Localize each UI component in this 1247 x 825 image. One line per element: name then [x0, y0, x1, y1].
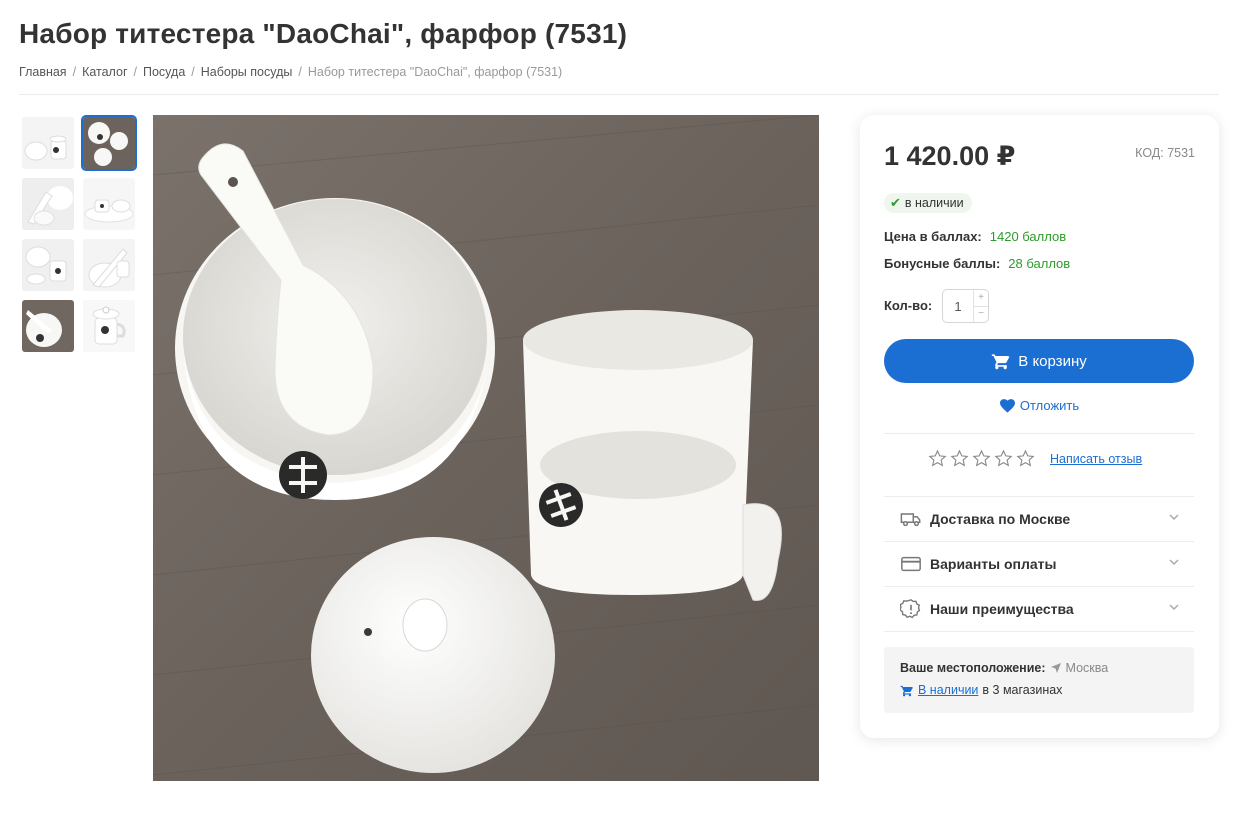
- chevron-down-icon: [1169, 559, 1179, 566]
- breadcrumb-dish-sets[interactable]: Наборы посуды: [201, 65, 293, 79]
- heart-icon: [999, 398, 1015, 413]
- thumbnail-2[interactable]: [81, 115, 137, 171]
- breadcrumb: Главная / Каталог / Посуда / Наборы посу…: [19, 65, 562, 79]
- location-arrow-icon: [1050, 663, 1061, 673]
- thumbnail-4[interactable]: [83, 178, 135, 230]
- cart-icon: [992, 354, 1010, 370]
- accordion-payment-label: Варианты оплаты: [930, 555, 1057, 572]
- breadcrumb-separator: /: [133, 65, 137, 79]
- accordion-delivery-label: Доставка по Москве: [930, 510, 1071, 527]
- card-icon: [901, 556, 921, 571]
- truck-icon: [900, 512, 921, 526]
- bonus-points-row: Бонусные баллы: 28 баллов: [884, 256, 1071, 271]
- write-review-link[interactable]: Написать отзыв: [1050, 452, 1142, 466]
- star-icon[interactable]: [950, 449, 969, 468]
- location-city[interactable]: Москва: [1066, 661, 1109, 675]
- thumbnail-5[interactable]: [22, 239, 74, 291]
- divider: [884, 631, 1194, 632]
- add-to-cart-button[interactable]: В корзину: [884, 339, 1194, 383]
- accordion-advantages-label: Наши преимущества: [930, 600, 1074, 617]
- bonus-points-value: 28 баллов: [1008, 256, 1071, 271]
- breadcrumb-current: Набор титестера "DaoChai", фарфор (7531): [307, 65, 563, 79]
- thumbnail-1[interactable]: [22, 117, 74, 169]
- star-icon[interactable]: [972, 449, 991, 468]
- accordion-payment[interactable]: Варианты оплаты: [884, 541, 1194, 586]
- increment-button[interactable]: +: [974, 290, 988, 307]
- product-code: КОД: 7531: [1135, 146, 1195, 160]
- add-to-cart-label: В корзину: [1018, 352, 1087, 370]
- thumbnail-8[interactable]: [83, 300, 135, 352]
- main-product-image[interactable]: [153, 115, 819, 781]
- location-label: Ваше местоположение:: [900, 661, 1046, 675]
- breadcrumb-separator: /: [191, 65, 195, 79]
- thumbnail-gallery: [22, 115, 137, 352]
- check-icon: ✔: [890, 195, 901, 210]
- star-icon[interactable]: [928, 449, 947, 468]
- points-price-value: 1420 баллов: [989, 229, 1067, 244]
- store-availability-text: в 3 магазинах: [982, 683, 1063, 697]
- accordion-delivery[interactable]: Доставка по Москве: [884, 496, 1194, 541]
- breadcrumb-home[interactable]: Главная: [19, 65, 67, 79]
- store-cart-icon: [900, 685, 913, 696]
- store-availability-link[interactable]: В наличии: [918, 683, 978, 697]
- breadcrumb-catalog[interactable]: Каталог: [82, 65, 127, 79]
- alert-badge-icon: [900, 598, 921, 618]
- decrement-button[interactable]: −: [974, 307, 988, 323]
- breadcrumb-separator: /: [298, 65, 302, 79]
- stock-badge: ✔ в наличии: [884, 193, 972, 213]
- star-icon[interactable]: [1016, 449, 1035, 468]
- points-price-row: Цена в баллах: 1420 баллов: [884, 229, 1067, 244]
- currency-symbol: ₽: [996, 141, 1016, 171]
- breadcrumb-separator: /: [72, 65, 77, 79]
- quantity-input[interactable]: 1: [943, 290, 973, 322]
- quantity-stepper[interactable]: 1 + −: [942, 289, 989, 323]
- defer-label: Отложить: [1019, 398, 1080, 413]
- page-title: Набор титестера "DaoChai", фарфор (7531): [19, 18, 628, 49]
- location-box: Ваше местоположение: Москва В наличии в …: [884, 647, 1194, 713]
- quantity-label: Кол-во:: [884, 298, 933, 313]
- star-icon[interactable]: [994, 449, 1013, 468]
- stock-text: в наличии: [904, 196, 964, 210]
- thumbnail-7[interactable]: [22, 300, 74, 352]
- thumbnail-6[interactable]: [83, 239, 135, 291]
- thumbnail-3[interactable]: [22, 178, 74, 230]
- buy-card: 1 420.00 ₽ КОД: 7531 ✔ в наличии Цена в …: [860, 115, 1219, 738]
- rating: Написать отзыв: [928, 449, 1142, 468]
- accordion-advantages[interactable]: Наши преимущества: [884, 586, 1194, 631]
- product-price: 1 420.00 ₽: [884, 141, 1016, 171]
- defer-link[interactable]: Отложить: [860, 398, 1219, 413]
- chevron-down-icon: [1169, 604, 1179, 611]
- breadcrumb-dishes[interactable]: Посуда: [143, 65, 185, 79]
- divider: [884, 433, 1194, 434]
- chevron-down-icon: [1169, 514, 1179, 521]
- header-divider: [19, 94, 1219, 95]
